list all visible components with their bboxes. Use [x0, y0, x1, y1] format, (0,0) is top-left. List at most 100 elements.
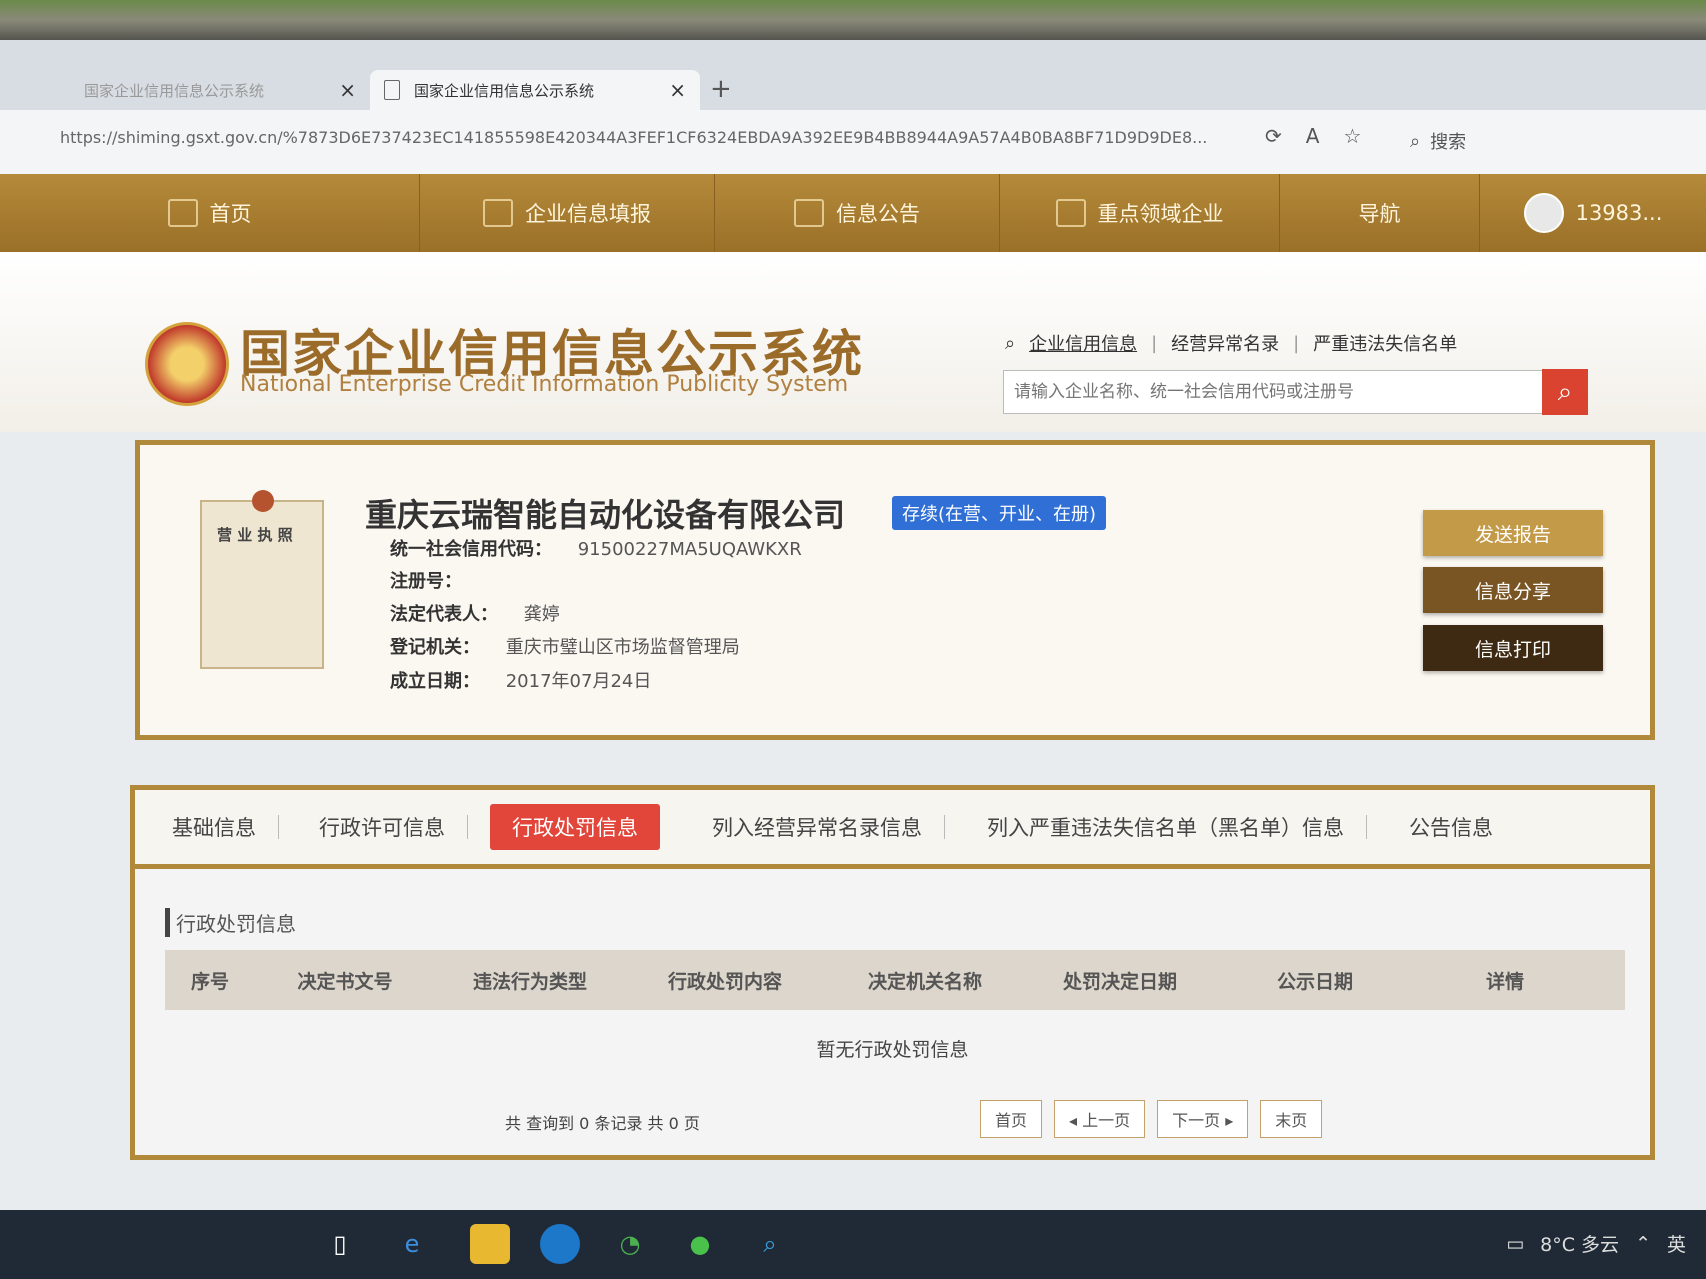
task-view-icon[interactable]: ▯: [320, 1224, 360, 1264]
column-header: 行政处罚内容: [667, 970, 782, 993]
search-type-links: ⌕ 企业信用信息 | 经营异常名录 | 严重违法失信名单: [1005, 330, 1457, 356]
ime-indicator[interactable]: 英: [1667, 1230, 1686, 1257]
avatar: [1523, 193, 1564, 233]
new-tab-button[interactable]: +: [710, 74, 732, 104]
browser-tab-title: 国家企业信用信息公示系统: [84, 81, 265, 100]
print-info-button[interactable]: 信息打印: [1423, 625, 1603, 671]
ie-browser-icon[interactable]: e: [392, 1224, 432, 1264]
prev-page-button[interactable]: ◂ 上一页: [1054, 1100, 1146, 1138]
close-icon[interactable]: ×: [669, 78, 686, 102]
address-bar: https://shiming.gsxt.gov.cn/%7873D6E7374…: [0, 110, 1706, 175]
browser-tab-2[interactable]: 国家企业信用信息公示系统 ×: [370, 70, 700, 110]
next-page-button[interactable]: 下一页 ▸: [1157, 1100, 1249, 1138]
edge-browser-icon[interactable]: [540, 1224, 580, 1264]
chevron-up-icon[interactable]: ⌃: [1635, 1233, 1651, 1255]
search-link-abnormal[interactable]: 经营异常名录: [1171, 330, 1279, 356]
read-aloud-icon[interactable]: A: [1306, 124, 1320, 148]
column-header: 违法行为类型: [472, 970, 587, 993]
wechat-icon[interactable]: ●: [680, 1224, 720, 1264]
nav-home[interactable]: 首页: [0, 174, 420, 252]
tab-abnormal[interactable]: 列入经营异常名录信息: [690, 804, 944, 850]
browser-tabstrip: 国家企业信用信息公示系统 × 国家企业信用信息公示系统 × +: [0, 40, 1706, 110]
divider: |: [1293, 332, 1300, 354]
system-tray: ▭ 8°C 多云 ⌃ 英: [1506, 1230, 1686, 1257]
app-icon[interactable]: ◔: [610, 1224, 650, 1264]
share-info-button[interactable]: 信息分享: [1423, 567, 1603, 613]
search-app-icon[interactable]: ⌕: [750, 1224, 790, 1264]
browser-tab-1[interactable]: 国家企业信用信息公示系统 ×: [70, 70, 370, 110]
status-badge: 存续(在营、开业、在册): [892, 496, 1107, 530]
field-value: 91500227MA5UQAWKXR: [577, 539, 802, 560]
document-icon: [384, 80, 400, 100]
search-link-blacklist[interactable]: 严重违法失信名单: [1313, 330, 1457, 356]
column-header: 决定机关名称: [867, 970, 982, 993]
column-header: 序号: [190, 970, 229, 993]
field-value: 龚婷: [523, 604, 560, 625]
weather-text[interactable]: 8°C 多云: [1540, 1230, 1619, 1257]
divider: |: [1151, 332, 1158, 354]
screen: 国家企业信用信息公示系统 × 国家企业信用信息公示系统 × + https://…: [0, 40, 1706, 1279]
browser-tab-title: 国家企业信用信息公示系统: [414, 81, 595, 100]
url-field[interactable]: https://shiming.gsxt.gov.cn/%7873D6E7374…: [60, 128, 1260, 147]
refresh-icon[interactable]: ⟳: [1265, 124, 1282, 148]
tab-announcement[interactable]: 公告信息: [1387, 804, 1515, 850]
divider: [467, 815, 468, 839]
search-icon: ⌕: [1557, 376, 1573, 407]
company-card: 营 业 执 照 重庆云瑞智能自动化设备有限公司 存续(在营、开业、在册) 统一社…: [135, 440, 1655, 740]
field-value: 2017年07月24日: [505, 671, 652, 692]
brand-header: 国家企业信用信息公示系统 National Enterprise Credit …: [0, 252, 1706, 432]
company-name: 重庆云瑞智能自动化设备有限公司: [365, 496, 846, 534]
tab-blacklist[interactable]: 列入严重违法失信名单（黑名单）信息: [965, 804, 1366, 850]
nav-guide[interactable]: 导航: [1280, 174, 1480, 252]
nav-label: 首页: [209, 202, 252, 226]
address-bar-icons: ⟳ A ☆: [1265, 124, 1361, 148]
file-explorer-icon[interactable]: [470, 1224, 510, 1264]
search-link-credit[interactable]: 企业信用信息: [1029, 330, 1137, 356]
empty-message: 暂无行政处罚信息: [816, 1039, 969, 1061]
close-icon[interactable]: ×: [339, 78, 356, 102]
tab-license[interactable]: 行政许可信息: [297, 804, 467, 850]
search-input[interactable]: [1004, 382, 1542, 402]
favorite-star-icon[interactable]: ☆: [1343, 124, 1361, 148]
pager-summary: 共 查询到 0 条记录 共 0 页: [505, 1114, 700, 1133]
tab-basic[interactable]: 基础信息: [150, 804, 278, 850]
browser-search[interactable]: ⌕ 搜索: [1410, 128, 1466, 154]
weather-icon: ▭: [1506, 1232, 1525, 1255]
column-header: 决定书文号: [297, 970, 393, 993]
business-license-image: 营 业 执 照: [200, 490, 324, 669]
divider: [944, 815, 945, 839]
nav-label: 信息公告: [836, 202, 920, 226]
info-row-founded: 成立日期： 2017年07月24日: [390, 667, 651, 693]
search-button[interactable]: ⌕: [1542, 369, 1588, 415]
table-header: 序号 决定书文号 违法行为类型 行政处罚内容 决定机关名称 处罚决定日期 公示日…: [165, 950, 1625, 1010]
field-key: 统一社会信用代码：: [390, 539, 552, 560]
section-title: 行政处罚信息: [165, 908, 296, 937]
nav-announcement[interactable]: 信息公告: [715, 174, 1000, 252]
site-subtitle: National Enterprise Credit Information P…: [240, 372, 849, 397]
column-header: 处罚决定日期: [1062, 970, 1177, 993]
edit-icon: [483, 199, 513, 227]
divider: [278, 815, 279, 839]
column-header: 详情: [1485, 970, 1524, 993]
info-row-authority: 登记机关： 重庆市璧山区市场监督管理局: [390, 633, 740, 659]
field-key: 注册号：: [390, 571, 462, 592]
field-key: 成立日期：: [390, 671, 480, 692]
nav-label: 重点领域企业: [1097, 202, 1224, 226]
nav-label: 企业信息填报: [525, 202, 651, 226]
divider: [1366, 815, 1367, 839]
nav-key-sector[interactable]: 重点领域企业: [1000, 174, 1280, 252]
search-icon: ⌕: [1410, 130, 1421, 152]
pagination: 首页 ◂ 上一页 下一页 ▸ 末页: [980, 1100, 1323, 1138]
nav-enterprise-report[interactable]: 企业信息填报: [420, 174, 715, 252]
seal-icon: [252, 490, 274, 512]
site-nav: 首页 企业信息填报 信息公告 重点领域企业 导航 13983...: [0, 174, 1706, 252]
search-box: ⌕: [1003, 369, 1588, 415]
send-report-button[interactable]: 发送报告: [1423, 510, 1603, 556]
nav-user[interactable]: 13983...: [1480, 174, 1706, 252]
field-value: 重庆市璧山区市场监督管理局: [505, 637, 740, 658]
tab-penalty[interactable]: 行政处罚信息: [490, 804, 660, 850]
first-page-button[interactable]: 首页: [980, 1100, 1043, 1138]
home-icon: [167, 199, 198, 227]
info-row-legal-rep: 法定代表人： 龚婷: [390, 600, 560, 626]
last-page-button[interactable]: 末页: [1260, 1100, 1323, 1138]
